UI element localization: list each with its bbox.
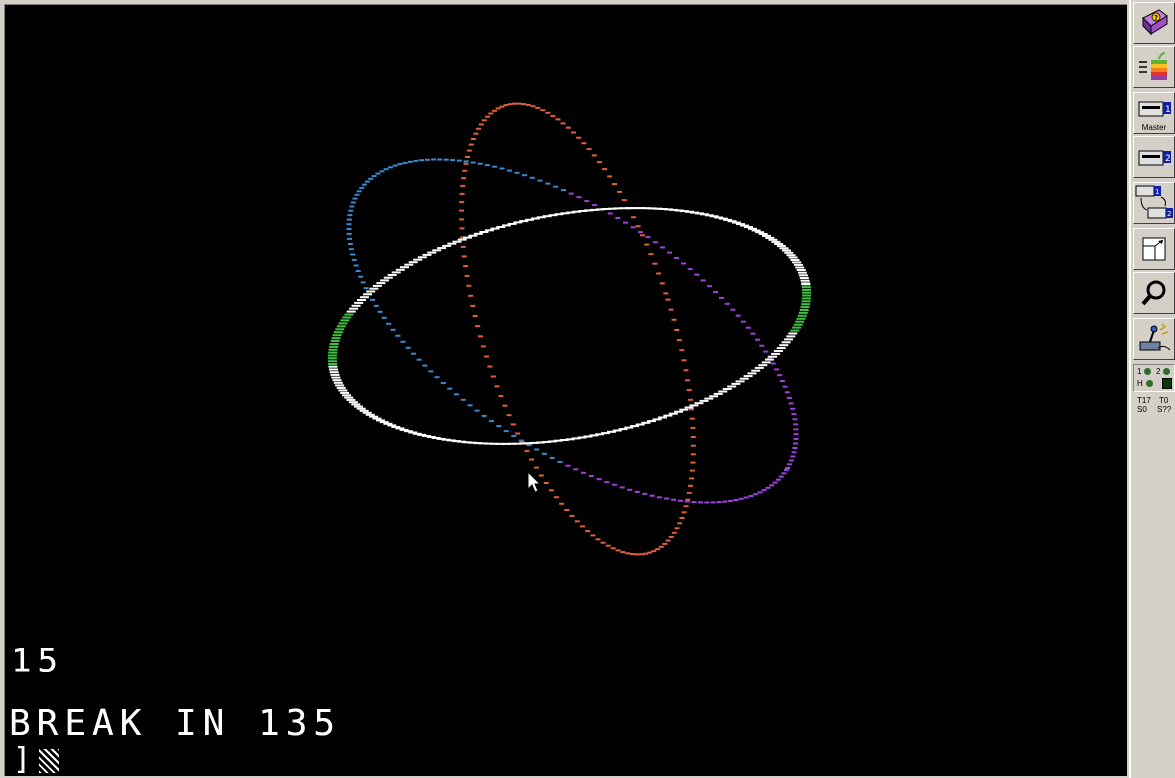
- drive-2-sector: S??: [1157, 405, 1172, 414]
- text-cursor: [39, 749, 59, 773]
- settings-button[interactable]: [1133, 318, 1175, 360]
- orbit-blue: [346, 158, 799, 504]
- apple-ii-screen[interactable]: 15 BREAK IN 135 ]: [4, 4, 1127, 776]
- drive-1-indicator-label: 1: [1137, 367, 1142, 376]
- drive-2-button[interactable]: 2: [1133, 136, 1175, 178]
- svg-text:1: 1: [1155, 188, 1159, 196]
- debugger-button[interactable]: [1133, 272, 1175, 314]
- svg-text:2: 2: [1165, 154, 1171, 164]
- drive-1-track: T17: [1137, 396, 1151, 405]
- emulator-toolbar: ? 1 Master 2 1 2 1 2 H T17 T0 S0 S??: [1129, 0, 1175, 778]
- help-book-icon: ?: [1142, 9, 1168, 36]
- basic-prompt: ]: [13, 742, 38, 776]
- joystick-settings-icon: [1139, 323, 1171, 351]
- magnifier-icon: [1141, 280, 1166, 306]
- svg-text:1: 1: [1165, 105, 1171, 115]
- svg-text:?: ?: [1154, 14, 1158, 22]
- fullscreen-icon: [1142, 237, 1166, 261]
- drive-1-sector: S0: [1137, 405, 1147, 414]
- drive-1-button[interactable]: 1 Master: [1133, 92, 1175, 134]
- orbit-orange: [459, 102, 696, 556]
- swap-drives-icon: 1 2: [1135, 185, 1173, 219]
- caps-indicator: [1162, 378, 1172, 389]
- disk-drive-1-icon: 1: [1138, 101, 1171, 117]
- disk-drive-2-icon: 2: [1138, 150, 1171, 166]
- drive-status-panel: 1 2 H: [1133, 364, 1175, 392]
- hdd-indicator-label: H: [1137, 379, 1143, 388]
- track-sector-info: T17 T0 S0 S??: [1133, 394, 1175, 420]
- drive-2-indicator-label: 2: [1156, 367, 1161, 376]
- emulator-screen-frame: 15 BREAK IN 135 ]: [0, 0, 1129, 778]
- apple-logo-icon: [1139, 52, 1167, 80]
- drive-2-track: T0: [1159, 396, 1169, 405]
- run-button[interactable]: [1133, 46, 1175, 88]
- break-message: BREAK IN 135: [9, 703, 342, 744]
- hdd-led: [1146, 380, 1153, 387]
- fullscreen-button[interactable]: [1133, 228, 1175, 270]
- help-button[interactable]: ?: [1133, 2, 1175, 44]
- mouse-pointer-icon: [527, 471, 542, 493]
- orbit-white: [327, 207, 812, 445]
- svg-text:2: 2: [1167, 210, 1171, 218]
- swap-drives-button[interactable]: 1 2: [1133, 182, 1175, 224]
- drive-1-label: Master: [1141, 123, 1167, 132]
- drive-2-led: [1163, 368, 1170, 375]
- orbit-graphics: [327, 102, 812, 556]
- drive-1-led: [1144, 368, 1151, 375]
- output-line-number: 15: [11, 642, 64, 680]
